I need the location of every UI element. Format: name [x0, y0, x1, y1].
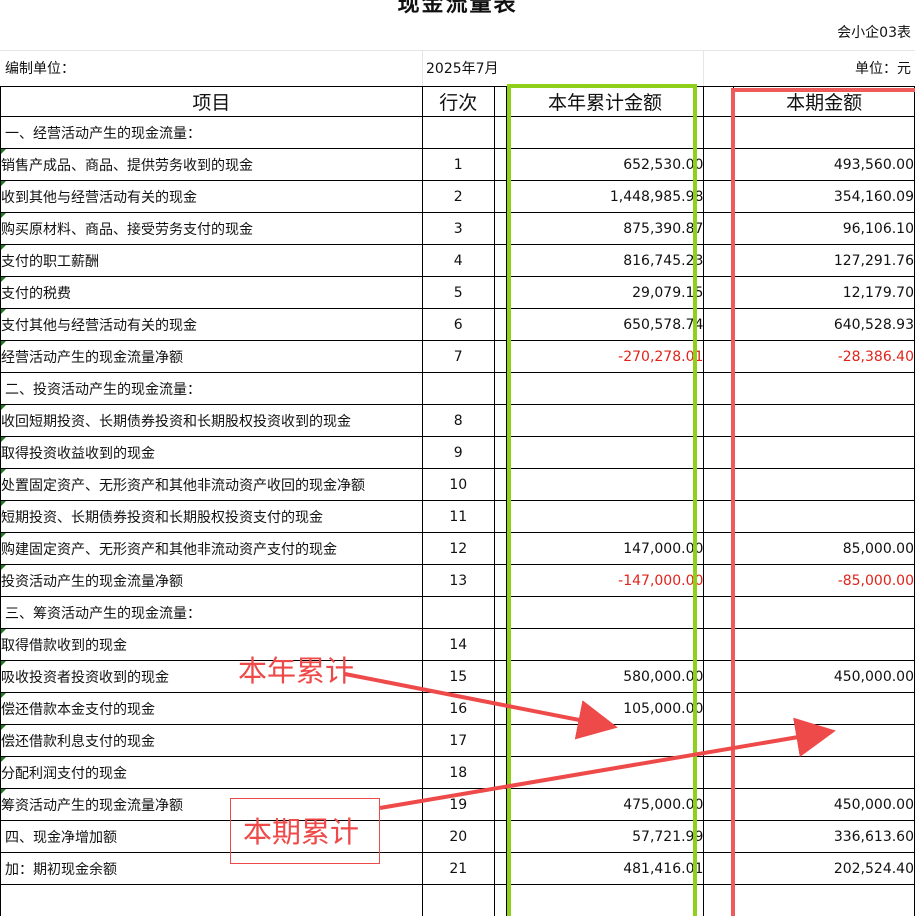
ytd-annotation-label: 本年累计 — [238, 654, 355, 688]
ytd-arrow — [344, 672, 618, 740]
current-arrow — [379, 717, 836, 810]
current-annotation-label: 本期累计 — [230, 798, 380, 864]
annotation-arrows — [344, 672, 836, 810]
cash-flow-sheet: 现金流量表 会小企03表 编制单位： 2025年7月 单位：元 项目 行次 本年… — [0, 0, 915, 916]
